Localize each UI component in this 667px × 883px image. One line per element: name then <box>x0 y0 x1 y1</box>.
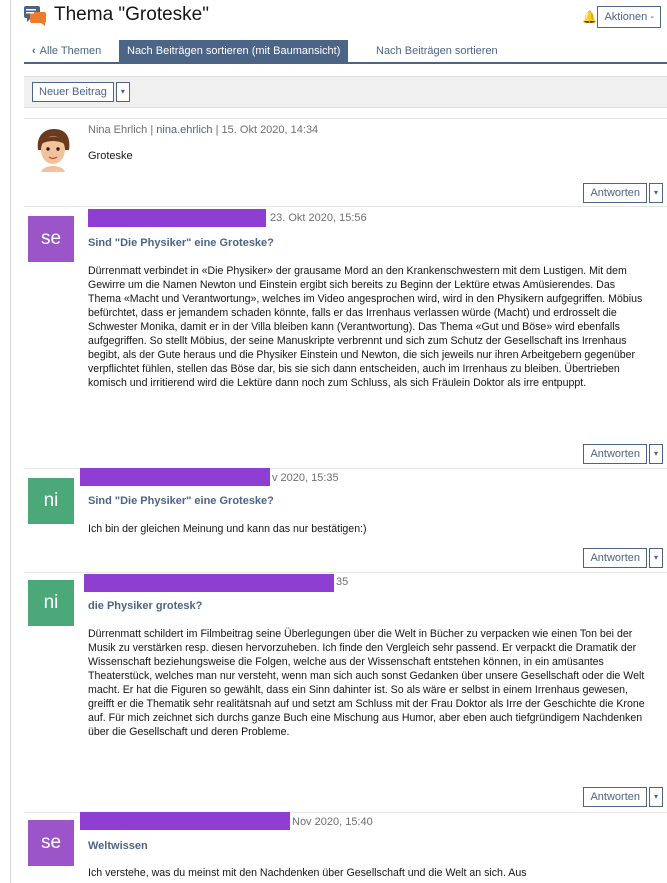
reply-split-button: Antworten ▾ <box>583 183 663 203</box>
tab-sort-posts[interactable]: Nach Beiträgen sortieren <box>368 40 506 62</box>
reply-dropdown-caret[interactable]: ▾ <box>649 787 663 807</box>
post-subject-link[interactable]: Sind "Die Physiker" eine Groteske? <box>88 495 274 507</box>
post-1: Nina Ehrlich | nina.ehrlich | 15. Okt 20… <box>24 118 667 206</box>
post-date: v 2020, 15:35 <box>272 472 339 484</box>
post-author: Nina Ehrlich <box>88 124 148 136</box>
post-body: Groteske <box>88 150 133 162</box>
tab-label: Alle Themen <box>39 45 102 57</box>
post-date: 35 <box>336 576 349 588</box>
post-subject-link[interactable]: Weltwissen <box>88 840 148 852</box>
actions-dropdown[interactable]: Aktionen - <box>597 6 661 28</box>
user-avatar: ni <box>28 580 74 626</box>
new-post-button[interactable]: Neuer Beitrag <box>32 82 114 102</box>
page-header: Thema "Groteske" 🔔 Aktionen - <box>24 4 667 30</box>
left-border <box>10 0 11 883</box>
post-date: Nov 2020, 15:40 <box>292 816 373 828</box>
redacted-author <box>80 812 290 830</box>
tab-all-topics[interactable]: ‹ Alle Themen <box>24 40 109 62</box>
new-post-split-button: Neuer Beitrag ▾ <box>32 82 130 102</box>
view-tabs: ‹ Alle Themen Nach Beiträgen sortieren (m… <box>24 40 667 64</box>
reply-button[interactable]: Antworten <box>583 548 647 568</box>
post-divider <box>24 572 667 573</box>
post-subject-link[interactable]: die Physiker grotesk? <box>88 600 202 612</box>
post-subject-link[interactable]: Sind "Die Physiker" eine Groteske? <box>88 237 274 249</box>
tab-label: Nach Beiträgen sortieren (mit Baumansich… <box>127 45 341 57</box>
post-4: ni 35 die Physiker grotesk? Dürrenmatt s… <box>24 572 667 812</box>
user-avatar: se <box>28 216 74 262</box>
post-3: ni v 2020, 15:35 Sind "Die Physiker" ein… <box>24 468 667 572</box>
redacted-author <box>84 574 334 592</box>
reply-split-button: Antworten ▾ <box>583 444 663 464</box>
author-profile-link[interactable]: nina.ehrlich <box>156 124 212 136</box>
post-date: 15. Okt 2020, 14:34 <box>221 124 319 136</box>
post-body: Dürrenmatt schildert im Filmbeitrag sein… <box>88 628 645 738</box>
user-avatar: se <box>28 820 74 866</box>
redacted-author <box>80 468 270 486</box>
reply-button[interactable]: Antworten <box>583 444 647 464</box>
post-body: Ich bin der gleichen Meinung und kann da… <box>88 523 367 535</box>
tab-sort-tree[interactable]: Nach Beiträgen sortieren (mit Baumansich… <box>119 40 349 62</box>
reply-button[interactable]: Antworten <box>583 787 647 807</box>
reply-dropdown-caret[interactable]: ▾ <box>649 444 663 464</box>
post-date: 23. Okt 2020, 15:56 <box>270 212 367 224</box>
notification-bell-icon[interactable]: 🔔 <box>582 10 597 24</box>
redacted-author <box>88 209 266 227</box>
forum-icon <box>24 6 46 26</box>
reply-button[interactable]: Antworten <box>583 183 647 203</box>
reply-split-button: Antworten ▾ <box>583 548 663 568</box>
post-divider <box>24 206 667 207</box>
reply-dropdown-caret[interactable]: ▾ <box>649 183 663 203</box>
post-body: Dürrenmatt verbindet in «Die Physiker» d… <box>88 265 643 389</box>
post-2: se 23. Okt 2020, 15:56 Sind "Die Physike… <box>24 206 667 468</box>
post-body: Ich verstehe, was du meinst mit den Nach… <box>88 867 527 879</box>
page-title: Thema "Groteske" <box>54 4 209 25</box>
chevron-left-icon: ‹ <box>32 45 36 57</box>
tab-label: Nach Beiträgen sortieren <box>376 45 498 57</box>
user-avatar: ni <box>28 478 74 524</box>
post-meta: Nina Ehrlich | nina.ehrlich | 15. Okt 20… <box>88 124 319 136</box>
reply-split-button: Antworten ▾ <box>583 787 663 807</box>
post-5: se Nov 2020, 15:40 Weltwissen Ich verste… <box>24 812 667 883</box>
reply-dropdown-caret[interactable]: ▾ <box>649 548 663 568</box>
new-post-dropdown-caret[interactable]: ▾ <box>115 82 130 102</box>
user-avatar-icon <box>37 129 70 172</box>
post-divider <box>24 118 667 119</box>
toolbar: Neuer Beitrag ▾ <box>24 76 667 108</box>
